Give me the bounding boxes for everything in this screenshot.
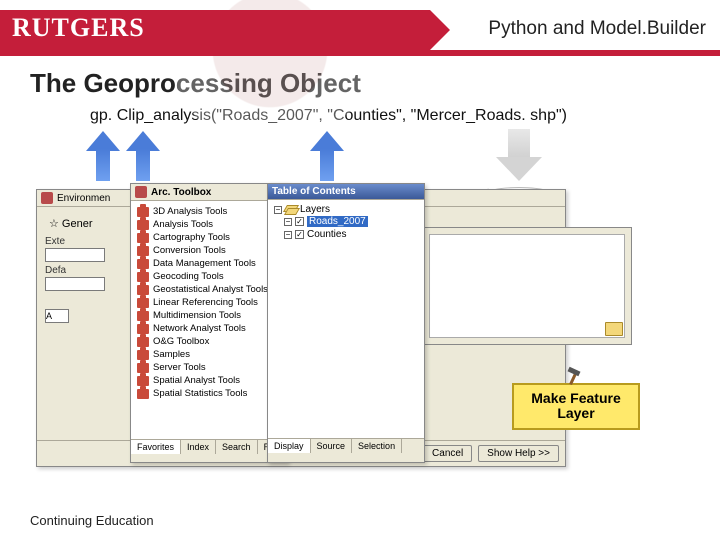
toolbox-item[interactable]: Linear Referencing Tools (137, 296, 281, 309)
toolbox-item[interactable]: Geostatistical Analyst Tools (137, 283, 281, 296)
toc-window[interactable]: Table of Contents − Layers − ✓ Roads_200… (267, 183, 425, 463)
toolbox-node-icon (137, 207, 149, 217)
toolbox-item[interactable]: Samples (137, 348, 281, 361)
layer-checkbox[interactable]: ✓ (295, 230, 304, 239)
code-example: gp. Clip_analysis("Roads_2007", "Countie… (90, 107, 720, 125)
app-icon (41, 192, 53, 204)
toolbox-item[interactable]: Conversion Tools (137, 244, 281, 257)
mfl-line2: Layer (557, 405, 594, 421)
extent-input[interactable] (45, 248, 105, 262)
layer-name-selected[interactable]: Roads_2007 (307, 216, 368, 227)
make-feature-layer-box[interactable]: Make Feature Layer (512, 383, 640, 430)
toolbox-item[interactable]: 3D Analysis Tools (137, 205, 281, 218)
diagram-canvas: Environmen ☆ Gener Exte Defa OK Cancel S… (30, 131, 690, 491)
toolbox-icon (135, 186, 147, 198)
toolbox-item[interactable]: Server Tools (137, 361, 281, 374)
tab-search[interactable]: Search (216, 440, 258, 454)
toolbox-item[interactable]: Analysis Tools (137, 218, 281, 231)
tab-index[interactable]: Index (181, 440, 216, 454)
toolbox-item[interactable]: Network Analyst Tools (137, 322, 281, 335)
footer-text: Continuing Education (30, 513, 154, 528)
toolbox-node-icon (137, 350, 149, 360)
toolbox-node-icon (137, 285, 149, 295)
slide-title: The Geoprocessing Object (30, 68, 720, 99)
toolbox-node-icon (137, 324, 149, 334)
toolbox-node-icon (137, 311, 149, 321)
toolbox-node-icon (137, 259, 149, 269)
toolbox-item[interactable]: Geocoding Tools (137, 270, 281, 283)
collapse-icon[interactable]: − (274, 206, 282, 214)
tab-source[interactable]: Source (311, 439, 353, 453)
toolbox-node-icon (137, 220, 149, 230)
toolbox-node-icon (137, 246, 149, 256)
toolbox-node-icon (137, 298, 149, 308)
toolbox-node-icon (137, 233, 149, 243)
toolbox-node-icon (137, 337, 149, 347)
toolbox-item[interactable]: Multidimension Tools (137, 309, 281, 322)
toolbox-tabs: Favorites Index Search Results (131, 439, 287, 454)
section-label: Gener (62, 218, 93, 230)
small-input[interactable] (45, 309, 69, 323)
tab-favorites[interactable]: Favorites (131, 440, 181, 454)
toolbox-item[interactable]: Spatial Statistics Tools (137, 387, 281, 400)
empty-dialog[interactable] (422, 227, 632, 345)
browse-folder-icon[interactable] (605, 322, 623, 336)
toolbox-list: 3D Analysis Tools Analysis Tools Cartogr… (137, 205, 281, 400)
collapse-icon[interactable]: − (284, 231, 292, 239)
window-title: Table of Contents (272, 186, 356, 197)
collapse-icon[interactable]: − (284, 218, 292, 226)
rutgers-logo: RUTGERS (12, 13, 145, 43)
toolbox-item[interactable]: O&G Toolbox (137, 335, 281, 348)
titlebar[interactable]: Table of Contents (268, 184, 424, 200)
toc-layer-item[interactable]: − ✓ Roads_2007 (284, 215, 418, 228)
layer-checkbox[interactable]: ✓ (295, 217, 304, 226)
arrow-up-icon (88, 131, 118, 181)
toolbox-node-icon (137, 376, 149, 386)
toolbox-node-icon (137, 272, 149, 282)
show-help-button[interactable]: Show Help >> (478, 445, 559, 462)
toolbox-item[interactable]: Spatial Analyst Tools (137, 374, 281, 387)
mfl-line1: Make Feature (531, 390, 620, 406)
arrow-down-icon (496, 129, 542, 183)
tab-selection[interactable]: Selection (352, 439, 402, 453)
titlebar[interactable]: Arc. Toolbox (131, 184, 287, 201)
toc-layer-item[interactable]: − ✓ Counties (284, 228, 418, 241)
window-title: Environmen (57, 193, 110, 204)
toolbox-node-icon (137, 363, 149, 373)
cancel-button[interactable]: Cancel (423, 445, 472, 462)
toolbox-item[interactable]: Data Management Tools (137, 257, 281, 270)
arrow-up-icon (312, 131, 342, 181)
toc-tabs: Display Source Selection (268, 438, 424, 453)
layers-root[interactable]: Layers (300, 204, 330, 215)
layers-icon (285, 205, 297, 215)
red-underline (0, 50, 720, 56)
layer-name[interactable]: Counties (307, 229, 346, 240)
window-title: Arc. Toolbox (151, 187, 211, 198)
default-input[interactable] (45, 277, 105, 291)
hammer-icon (564, 369, 582, 387)
tab-display[interactable]: Display (268, 439, 311, 453)
toolbox-item[interactable]: Cartography Tools (137, 231, 281, 244)
header-banner: RUTGERS Python and Model.Builder (0, 0, 720, 56)
arrow-up-icon (128, 131, 158, 181)
arctoolbox-window[interactable]: Arc. Toolbox 3D Analysis Tools Analysis … (130, 183, 288, 463)
presentation-title: Python and Model.Builder (488, 18, 706, 40)
toolbox-node-icon (137, 389, 149, 399)
